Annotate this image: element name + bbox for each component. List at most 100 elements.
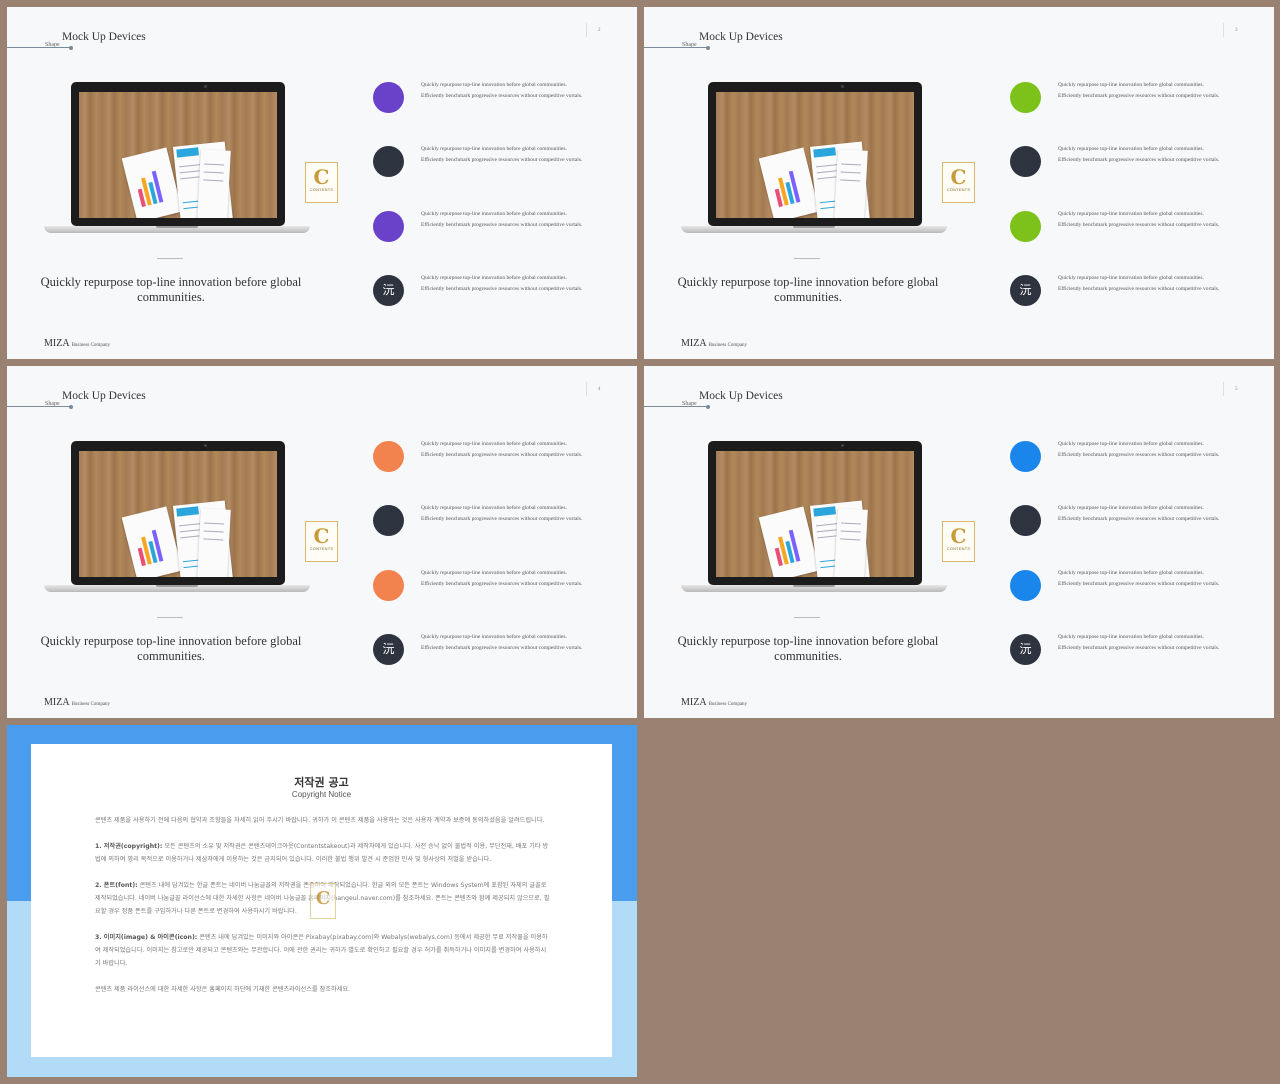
item-description: Quickly repurpose top-line innovation be… [1058, 82, 1220, 99]
item-description: Quickly repurpose top-line innovation be… [421, 441, 583, 458]
item-description: Quickly repurpose top-line innovation be… [421, 82, 583, 99]
slide-caption: Quickly repurpose top-line innovation be… [677, 634, 939, 663]
laptop-notch [793, 226, 835, 228]
photo-header [813, 506, 836, 517]
item-circle-icon [1010, 146, 1041, 177]
notice-card: 저작권 공고 Copyright Notice 콘텐츠 제품을 사용하기 전에 … [31, 744, 612, 1057]
contents-logo-badge: C CONTENTS [305, 521, 338, 562]
laptop-mockup [681, 82, 947, 237]
photo-line [840, 538, 861, 541]
item-circle-icon [373, 505, 404, 536]
brand-subtitle: Business Company [708, 343, 748, 348]
page-number: 2 [598, 28, 601, 33]
copyright-notice-slide: 저작권 공고 Copyright Notice 콘텐츠 제품을 사용하기 전에 … [7, 725, 637, 1077]
item-circle-icon: 沅 [1010, 634, 1041, 665]
photo-header [176, 506, 199, 517]
laptop-screen-image [716, 92, 914, 218]
item-circle-icon [373, 441, 404, 472]
item-description: Quickly repurpose top-line innovation be… [1058, 211, 1220, 228]
photo-line [841, 163, 862, 166]
caption-divider [157, 258, 183, 259]
item-circle-icon [1010, 82, 1041, 113]
photo-line [203, 171, 224, 174]
photo-line [204, 163, 225, 166]
item-description: Quickly repurpose top-line innovation be… [1058, 146, 1220, 163]
item-description: Quickly repurpose top-line innovation be… [1058, 505, 1220, 522]
notice-paragraph-text: 콘텐츠 제품을 사용하기 전에 다음의 협약과 조항들을 자세히 읽어 주시기 … [95, 817, 545, 824]
laptop-screen-image [79, 451, 277, 577]
slide-title: Mock Up Devices [699, 390, 783, 402]
contents-watermark-logo: C [310, 883, 336, 919]
notice-subtitle: Copyright Notice [291, 790, 352, 799]
title-underline [644, 47, 708, 48]
document-photo-3 [197, 149, 231, 218]
item-circle-icon [1010, 570, 1041, 601]
brand-footer: MIZA Business Company [44, 697, 110, 708]
slide-caption: Quickly repurpose top-line innovation be… [40, 275, 302, 304]
notice-paragraph: 콘텐츠 제품 라이선스에 대한 자세한 사항은 홈페이지 하단에 기재한 콘텐츠… [95, 983, 550, 996]
slide-2: Shape Mock Up Devices 2 C CONTENTS Quick… [7, 7, 637, 359]
page-number: 3 [1235, 28, 1238, 33]
notice-paragraph: 1. 저작권(copyright): 모든 콘텐츠의 소유 및 저작권은 콘텐츠… [95, 840, 550, 866]
notice-paragraph-label: 3. 이미지(image) & 아이콘(icon): [95, 934, 198, 941]
photo-line [203, 538, 224, 541]
laptop-mockup [681, 441, 947, 596]
notice-paragraph-text: 모든 콘텐츠의 소유 및 저작권은 콘텐츠테이크아웃(Contentstakeo… [95, 843, 549, 863]
title-underline-dot [706, 45, 710, 50]
brand-name: MIZA [44, 697, 70, 708]
brand-name: MIZA [44, 338, 70, 349]
camera-dot [841, 444, 844, 447]
notice-paragraph: 콘텐츠 제품을 사용하기 전에 다음의 협약과 조항들을 자세히 읽어 주시기 … [95, 814, 550, 827]
notice-paragraph-text: 콘텐츠 제품 라이선스에 대한 자세한 사항은 홈페이지 하단에 기재한 콘텐츠… [95, 986, 351, 993]
slide-caption: Quickly repurpose top-line innovation be… [40, 634, 302, 663]
slide-caption: Quickly repurpose top-line innovation be… [677, 275, 939, 304]
caption-divider [794, 258, 820, 259]
brand-name: MIZA [681, 338, 707, 349]
camera-dot [204, 444, 207, 447]
slide-title: Mock Up Devices [62, 31, 146, 43]
page-number: 5 [1235, 387, 1238, 392]
camera-dot [841, 85, 844, 88]
item-description: Quickly repurpose top-line innovation be… [1058, 441, 1220, 458]
page-divider [1223, 23, 1224, 37]
laptop-notch [156, 585, 198, 587]
photo-line [203, 530, 224, 533]
item-circle-icon [373, 146, 404, 177]
title-underline-dot [706, 404, 710, 409]
photo-line [203, 179, 224, 182]
photo-line [204, 522, 225, 525]
contents-logo-badge: C CONTENTS [305, 162, 338, 203]
item-description: Quickly repurpose top-line innovation be… [421, 146, 583, 163]
camera-dot [204, 85, 207, 88]
notice-paragraph-label: 1. 저작권(copyright): [95, 843, 163, 850]
page-divider [586, 23, 587, 37]
item-circle-icon: 沅 [373, 634, 404, 665]
item-description: Quickly repurpose top-line innovation be… [1058, 275, 1220, 292]
item-description: Quickly repurpose top-line innovation be… [1058, 634, 1220, 651]
laptop-mockup [44, 82, 310, 237]
photo-header [813, 147, 836, 158]
brand-subtitle: Business Company [71, 702, 111, 707]
title-underline-dot [69, 404, 73, 409]
photo-line [840, 171, 861, 174]
item-description: Quickly repurpose top-line innovation be… [1058, 570, 1220, 587]
item-description: Quickly repurpose top-line innovation be… [421, 570, 583, 587]
item-circle-icon [1010, 441, 1041, 472]
item-description: Quickly repurpose top-line innovation be… [421, 275, 583, 292]
page-divider [1223, 382, 1224, 396]
item-description: Quickly repurpose top-line innovation be… [421, 505, 583, 522]
contents-logo-badge: C CONTENTS [942, 521, 975, 562]
document-photo-3 [197, 508, 231, 577]
slide-4: Shape Mock Up Devices 4 C CONTENTS Quick… [7, 366, 637, 718]
laptop-notch [156, 226, 198, 228]
brand-name: MIZA [681, 697, 707, 708]
page-number: 4 [598, 387, 601, 392]
slide-5: Shape Mock Up Devices 5 C CONTENTS Quick… [644, 366, 1274, 718]
caption-divider [794, 617, 820, 618]
item-circle-icon [373, 211, 404, 242]
brand-subtitle: Business Company [708, 702, 748, 707]
brand-subtitle: Business Company [71, 343, 111, 348]
item-circle-icon [373, 570, 404, 601]
item-circle-icon: 沅 [373, 275, 404, 306]
title-underline [7, 47, 71, 48]
